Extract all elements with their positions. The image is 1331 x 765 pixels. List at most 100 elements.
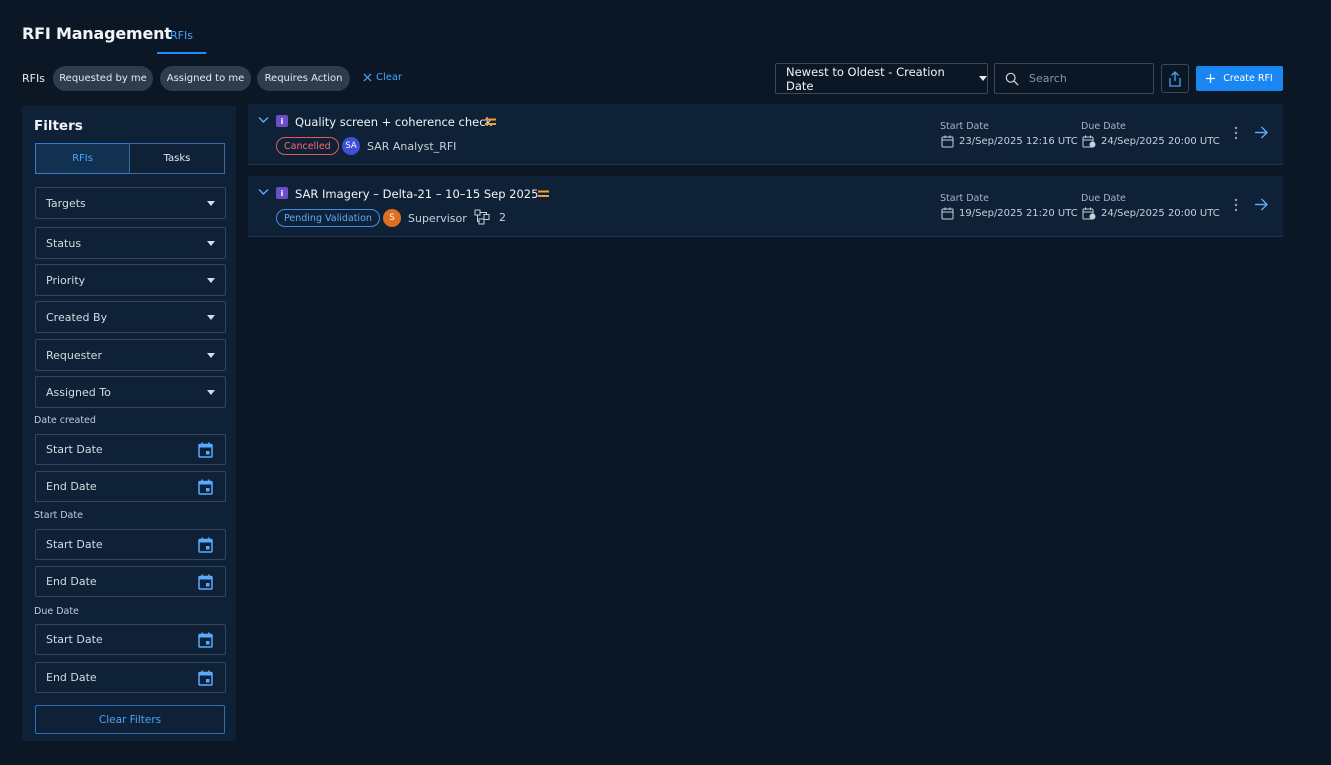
caret-down-icon xyxy=(979,76,987,81)
info-type-icon: i xyxy=(276,115,288,127)
filters-sidebar: Filters RFIs Tasks Targets Status Priori… xyxy=(22,106,236,741)
caret-down-icon xyxy=(207,389,215,395)
caret-down-icon xyxy=(207,200,215,206)
dropdown-label: Created By xyxy=(46,310,108,324)
calendar-icon[interactable] xyxy=(198,574,213,590)
sort-value: Newest to Oldest - Creation Date xyxy=(786,64,945,93)
chevron-down-icon[interactable] xyxy=(258,188,269,196)
segment-rfis[interactable]: RFIs xyxy=(35,143,130,174)
requester-dropdown[interactable]: Requester xyxy=(35,339,226,371)
targets-dropdown[interactable]: Targets xyxy=(35,187,226,219)
tab-rfis[interactable]: RFIs xyxy=(157,18,206,54)
calendar-icon xyxy=(941,135,954,148)
create-rfi-label: Create RFI xyxy=(1223,73,1273,84)
status-dropdown[interactable]: Status xyxy=(35,227,226,259)
dropdown-label: Targets xyxy=(46,196,86,210)
dropdown-label: Priority xyxy=(46,273,86,287)
start-date-label: Start Date xyxy=(34,510,83,521)
chip-requires-action[interactable]: Requires Action xyxy=(257,66,350,91)
rfi-title[interactable]: SAR Imagery – Delta-21 – 10–15 Sep 2025 xyxy=(295,187,538,201)
priority-dropdown[interactable]: Priority xyxy=(35,264,226,296)
segment-tasks[interactable]: Tasks xyxy=(129,143,225,174)
start-date-label: Start Date xyxy=(940,121,989,132)
due-date-text: 24/Sep/2025 20:00 UTC xyxy=(1101,208,1220,219)
workflow-count: 2 xyxy=(499,210,506,224)
date-placeholder: Start Date xyxy=(46,538,103,551)
chip-requested-by-me[interactable]: Requested by me xyxy=(53,66,153,91)
dropdown-label: Assigned To xyxy=(46,385,111,399)
calendar-clock-icon xyxy=(1082,207,1096,220)
date-created-start-input[interactable]: Start Date xyxy=(35,434,226,465)
calendar-icon xyxy=(941,207,954,220)
clear-label: Clear xyxy=(376,72,403,83)
date-created-end-input[interactable]: End Date xyxy=(35,471,226,502)
date-created-label: Date created xyxy=(34,415,96,426)
caret-down-icon xyxy=(207,240,215,246)
search-placeholder: Search xyxy=(1029,72,1067,85)
calendar-icon[interactable] xyxy=(198,479,213,495)
more-options-icon[interactable] xyxy=(1234,198,1238,212)
start-date-text: 19/Sep/2025 21:20 UTC xyxy=(959,208,1078,219)
due-date-value: 24/Sep/2025 20:00 UTC xyxy=(1082,207,1220,220)
clear-filters-button[interactable]: Clear Filters xyxy=(35,705,225,734)
due-date-label: Due Date xyxy=(1081,193,1126,204)
caret-down-icon xyxy=(207,352,215,358)
start-date-start-input[interactable]: Start Date xyxy=(35,529,226,560)
create-rfi-button[interactable]: Create RFI xyxy=(1196,66,1283,91)
due-date-end-input[interactable]: End Date xyxy=(35,662,226,693)
caret-down-icon xyxy=(207,277,215,283)
created-by-dropdown[interactable]: Created By xyxy=(35,301,226,333)
chevron-down-icon[interactable] xyxy=(258,116,269,124)
due-date-start-input[interactable]: Start Date xyxy=(35,624,226,655)
share-icon xyxy=(1169,70,1181,87)
assigned-to-dropdown[interactable]: Assigned To xyxy=(35,376,226,408)
dropdown-label: Requester xyxy=(46,348,102,362)
due-date-value: 24/Sep/2025 20:00 UTC xyxy=(1082,135,1220,148)
calendar-icon[interactable] xyxy=(198,670,213,686)
avatar: S xyxy=(383,209,401,227)
rfi-owner: SAR Analyst_RFI xyxy=(367,140,457,153)
due-date-label: Due Date xyxy=(34,606,79,617)
filters-title: Filters xyxy=(34,118,83,134)
caret-down-icon xyxy=(207,314,215,320)
search-input[interactable]: Search xyxy=(994,63,1154,94)
rfi-title[interactable]: Quality screen + coherence check xyxy=(295,115,492,129)
date-placeholder: End Date xyxy=(46,575,97,588)
export-button[interactable] xyxy=(1161,64,1189,93)
close-icon xyxy=(363,73,372,82)
workflow-icon xyxy=(474,209,490,225)
rfi-owner: Supervisor xyxy=(408,212,467,225)
quick-filters-label: RFIs xyxy=(22,72,45,85)
start-date-end-input[interactable]: End Date xyxy=(35,566,226,597)
rfi-card[interactable]: i SAR Imagery – Delta-21 – 10–15 Sep 202… xyxy=(248,176,1283,237)
calendar-icon[interactable] xyxy=(198,442,213,458)
avatar: SA xyxy=(342,137,360,155)
plus-icon xyxy=(1206,74,1216,83)
calendar-icon[interactable] xyxy=(198,537,213,553)
start-date-value: 19/Sep/2025 21:20 UTC xyxy=(941,207,1078,220)
clear-quick-filters-link[interactable]: Clear xyxy=(363,72,402,83)
priority-medium-icon xyxy=(485,118,496,125)
workflow-indicator: 2 xyxy=(474,209,506,225)
calendar-icon[interactable] xyxy=(198,632,213,648)
dropdown-label: Status xyxy=(46,236,82,250)
status-badge: Cancelled xyxy=(276,137,339,155)
start-date-value: 23/Sep/2025 12:16 UTC xyxy=(941,135,1078,148)
search-icon xyxy=(1005,72,1019,86)
date-placeholder: Start Date xyxy=(46,633,103,646)
sort-select[interactable]: Newest to Oldest - Creation Date xyxy=(775,63,988,94)
page-title: RFI Management xyxy=(22,24,172,43)
due-date-label: Due Date xyxy=(1081,121,1126,132)
status-badge: Pending Validation xyxy=(276,209,380,227)
more-options-icon[interactable] xyxy=(1234,126,1238,140)
arrow-right-icon[interactable] xyxy=(1254,126,1268,139)
chip-assigned-to-me[interactable]: Assigned to me xyxy=(160,66,251,91)
arrow-right-icon[interactable] xyxy=(1254,198,1268,211)
due-date-text: 24/Sep/2025 20:00 UTC xyxy=(1101,136,1220,147)
start-date-label: Start Date xyxy=(940,193,989,204)
start-date-text: 23/Sep/2025 12:16 UTC xyxy=(959,136,1078,147)
date-placeholder: End Date xyxy=(46,480,97,493)
info-type-icon: i xyxy=(276,187,288,199)
rfi-card[interactable]: i Quality screen + coherence check Cance… xyxy=(248,104,1283,165)
priority-medium-icon xyxy=(538,190,549,197)
